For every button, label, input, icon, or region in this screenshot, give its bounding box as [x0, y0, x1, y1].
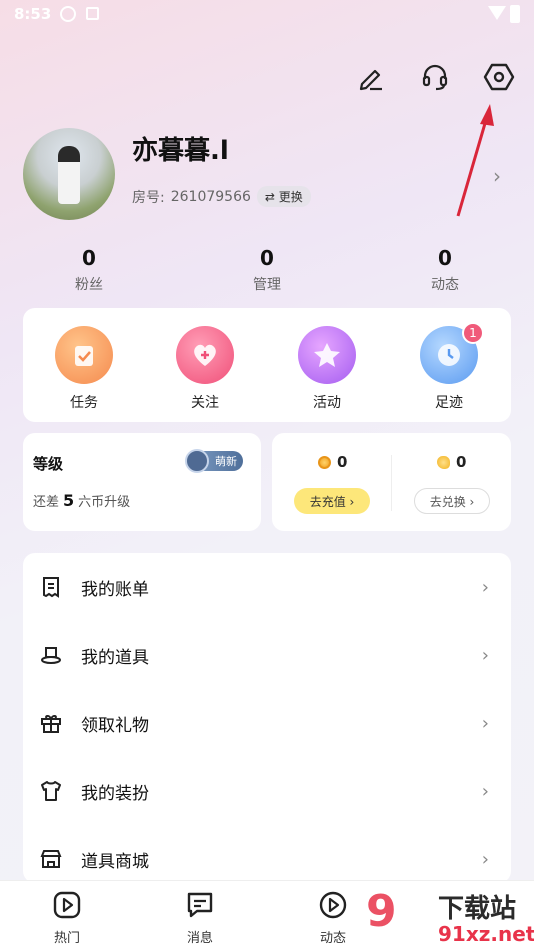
chevron-right-icon: › [481, 780, 489, 802]
message-icon [187, 892, 213, 918]
stat-admin[interactable]: 0 管理 [227, 246, 307, 294]
level-suffix: 六币升级 [78, 495, 131, 510]
avatar-figure [58, 146, 80, 204]
coin-balance: 0 [318, 453, 347, 471]
level-tag: 萌新 [185, 449, 243, 473]
shirt-icon [41, 781, 61, 801]
hat-icon [41, 647, 61, 664]
edit-icon [359, 69, 382, 91]
bean-icon [437, 455, 450, 469]
store-icon [40, 850, 62, 868]
quick-follow[interactable]: 关注 [169, 326, 241, 412]
swap-room-button[interactable]: ⇄ 更换 [256, 186, 311, 207]
coin-value: 0 [337, 453, 348, 471]
task-icon [55, 326, 113, 384]
room-info: 房号: 261079566 ⇄ 更换 [132, 186, 311, 207]
headset-icon [422, 64, 448, 91]
stat-label: 管理 [253, 277, 281, 293]
top-actions [354, 60, 516, 94]
menu-label: 道具商城 [81, 851, 149, 872]
level-card[interactable]: 等级 萌新 还差 5 六币升级 [23, 433, 261, 531]
tab-hot[interactable]: 热门 [37, 889, 97, 946]
notification-icon [60, 6, 76, 22]
menu-label: 领取礼物 [81, 715, 149, 736]
quick-label: 活动 [313, 395, 341, 411]
stat-value: 0 [82, 246, 96, 270]
menu-item-gift[interactable]: 领取礼物 › [23, 689, 511, 757]
watermark-mark: 9 [366, 886, 397, 937]
chevron-right-icon: › [481, 644, 489, 666]
menu-label: 我的道具 [81, 647, 149, 668]
star-icon [298, 326, 356, 384]
quick-task[interactable]: 任务 [48, 326, 120, 412]
stat-label: 动态 [431, 277, 459, 293]
bean-balance: 0 [437, 453, 466, 471]
tab-label: 动态 [319, 931, 346, 946]
quick-label: 足迹 [435, 395, 463, 411]
stat-label: 粉丝 [75, 277, 103, 293]
gift-icon [41, 715, 61, 733]
exchange-button[interactable]: 去兑换 › [414, 488, 490, 514]
menu-item-dressup[interactable]: 我的装扮 › [23, 757, 511, 825]
play-icon [53, 891, 81, 919]
wifi-icon [488, 6, 506, 20]
level-amount: 5 [63, 491, 75, 510]
chevron-right-icon: › [481, 576, 489, 598]
stat-fans[interactable]: 0 粉丝 [49, 246, 129, 294]
settings-hexagon-icon [483, 63, 515, 91]
room-label: 房号: [132, 189, 165, 206]
stats-row: 0 粉丝 0 管理 0 动态 [0, 246, 534, 296]
username: 亦暮暮.l [132, 136, 229, 166]
app-notification-icon [86, 7, 99, 20]
watermark-site: 91xz.net [438, 922, 534, 946]
play-circle-icon [319, 891, 347, 919]
bill-icon [43, 577, 59, 598]
menu-card: 我的账单 › 我的道具 › 领取礼物 › 我的装扮 › 道具商城 › [23, 553, 511, 883]
level-prefix: 还差 [33, 495, 60, 510]
quick-footprint[interactable]: 1 足迹 [413, 322, 485, 412]
battery-icon [510, 5, 520, 23]
bean-value: 0 [456, 453, 467, 471]
chevron-right-icon: › [481, 848, 489, 870]
recharge-button[interactable]: 去充值 › [294, 488, 370, 514]
tab-label: 消息 [186, 931, 213, 946]
edit-button[interactable] [354, 60, 388, 94]
tab-messages[interactable]: 消息 [170, 889, 230, 946]
watermark-logo: 9 下载站 91xz.net [366, 886, 534, 950]
level-tag-text: 萌新 [215, 455, 237, 468]
tab-feed[interactable]: 动态 [303, 889, 363, 946]
customer-service-button[interactable] [418, 60, 452, 94]
menu-label: 我的装扮 [81, 783, 149, 804]
quick-label: 任务 [70, 395, 98, 411]
avatar[interactable] [23, 128, 115, 220]
level-badge-icon [185, 449, 209, 473]
annotation-arrow [456, 104, 494, 217]
coin-icon [318, 455, 331, 469]
wallet-divider [391, 455, 392, 511]
menu-label: 我的账单 [81, 579, 149, 600]
stat-posts[interactable]: 0 动态 [405, 246, 485, 294]
menu-item-bill[interactable]: 我的账单 › [23, 553, 511, 621]
footprint-badge: 1 [462, 322, 484, 344]
heart-icon [176, 326, 234, 384]
stat-value: 0 [438, 246, 452, 270]
settings-button[interactable] [482, 60, 516, 94]
level-progress: 还差 5 六币升级 [33, 491, 130, 510]
room-number: 261079566 [170, 188, 251, 205]
quick-actions-card: 任务 关注 活动 1 足迹 [23, 308, 511, 422]
menu-item-props[interactable]: 我的道具 › [23, 621, 511, 689]
quick-label: 关注 [191, 395, 219, 411]
watermark-brand: 下载站 [438, 894, 517, 924]
status-time: 8:53 [14, 5, 52, 23]
wallet-card: 0 去充值 › 0 去兑换 › [272, 433, 511, 531]
level-title: 等级 [33, 455, 64, 473]
profile-chevron-icon[interactable]: › [493, 164, 501, 188]
stat-value: 0 [260, 246, 274, 270]
clock-icon: 1 [420, 322, 484, 384]
status-bar: 8:53 [0, 0, 534, 30]
tab-label: 热门 [53, 931, 80, 946]
chevron-right-icon: › [481, 712, 489, 734]
quick-activity[interactable]: 活动 [291, 326, 363, 412]
